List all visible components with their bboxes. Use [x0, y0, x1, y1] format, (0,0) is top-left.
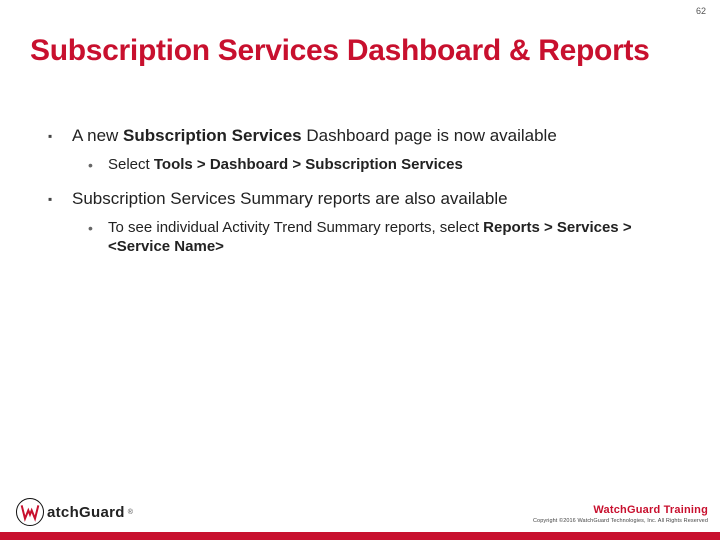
bullet-1-text-before: A new: [72, 126, 123, 145]
bullet-2-text-before: Subscription Services Summary reports ar…: [72, 189, 508, 208]
bullet-1-text-after: Dashboard page is now available: [302, 126, 557, 145]
bullet-2-sub-1: To see individual Activity Trend Summary…: [82, 218, 660, 256]
bullet-1-sub-1-bold: Tools > Dashboard > Subscription Service…: [154, 156, 463, 173]
bullet-1-sub-1-before: Select: [108, 156, 154, 173]
footer-accent-bar: [0, 532, 720, 540]
bullet-2-sub-1-before: To see individual Activity Trend Summary…: [108, 219, 483, 236]
page-number: 62: [696, 6, 706, 16]
training-label: WatchGuard Training: [533, 504, 708, 516]
watchguard-logo-text: atchGuard: [47, 504, 125, 521]
footer: atchGuard ® WatchGuard Training Copyrigh…: [0, 482, 720, 540]
bullet-2: Subscription Services Summary reports ar…: [44, 188, 660, 256]
bullet-1-sub-1: Select Tools > Dashboard > Subscription …: [82, 155, 660, 174]
slide-title: Subscription Services Dashboard & Report…: [30, 34, 690, 69]
slide-body: A new Subscription Services Dashboard pa…: [44, 125, 660, 270]
slide: 62 Subscription Services Dashboard & Rep…: [0, 0, 720, 540]
bullet-1-text-bold: Subscription Services: [123, 126, 302, 145]
trademark-icon: ®: [128, 509, 133, 516]
copyright-text: Copyright ©2016 WatchGuard Technologies,…: [533, 518, 708, 524]
footer-right: WatchGuard Training Copyright ©2016 Watc…: [533, 504, 708, 526]
watchguard-logo-mark-icon: [16, 498, 44, 526]
footer-content: atchGuard ® WatchGuard Training Copyrigh…: [0, 482, 720, 532]
bullet-1: A new Subscription Services Dashboard pa…: [44, 125, 660, 174]
watchguard-logo: atchGuard ®: [16, 498, 133, 526]
